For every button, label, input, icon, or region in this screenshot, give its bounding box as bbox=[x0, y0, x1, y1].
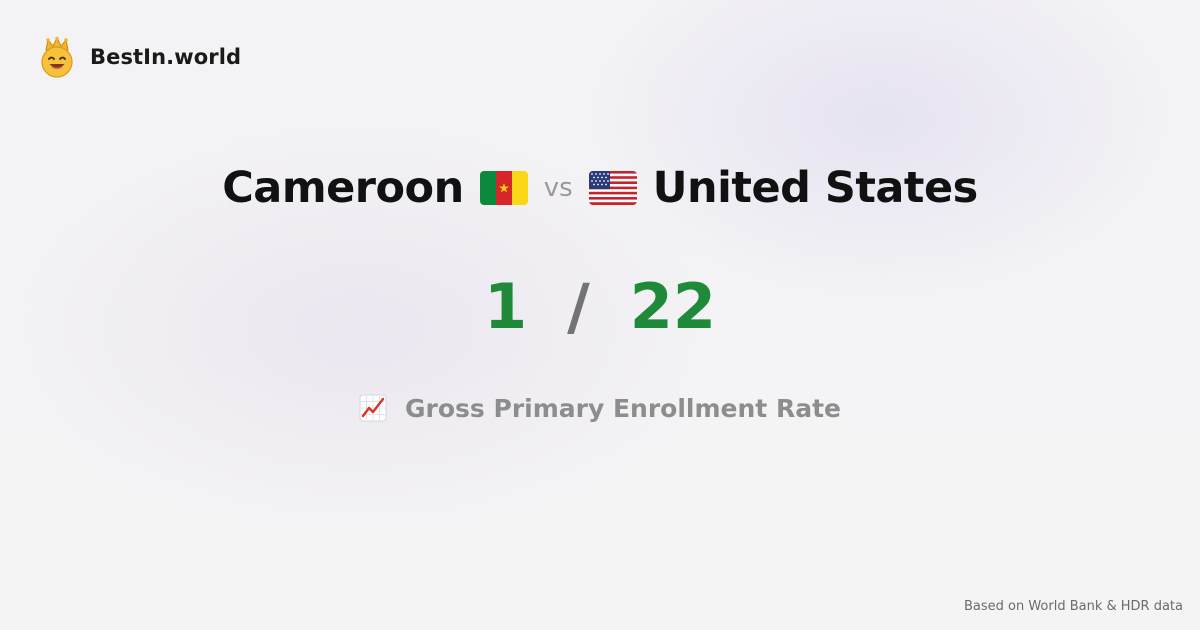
rank-comparison: 1 / 22 bbox=[0, 266, 1200, 346]
left-rank: 1 bbox=[483, 269, 528, 343]
vs-label: vs bbox=[543, 173, 573, 203]
right-country-name: United States bbox=[652, 163, 979, 213]
us-flag-icon bbox=[588, 171, 637, 205]
cameroon-flag-icon bbox=[479, 171, 528, 205]
crowned-smiley-icon bbox=[41, 36, 73, 78]
chart-increasing-icon bbox=[359, 394, 387, 422]
right-rank: 22 bbox=[629, 269, 717, 343]
left-country-name: Cameroon bbox=[222, 163, 464, 213]
rank-separator: / bbox=[567, 269, 590, 343]
metric-label: Gross Primary Enrollment Rate bbox=[405, 393, 841, 423]
comparison-title: Cameroon vs United States bbox=[0, 158, 1200, 218]
brand-name[interactable]: BestIn.world bbox=[90, 45, 241, 69]
brand-header[interactable]: BestIn.world bbox=[38, 36, 241, 78]
data-source-note: Based on World Bank & HDR data bbox=[963, 599, 1183, 614]
metric-row: Gross Primary Enrollment Rate bbox=[0, 388, 1200, 428]
